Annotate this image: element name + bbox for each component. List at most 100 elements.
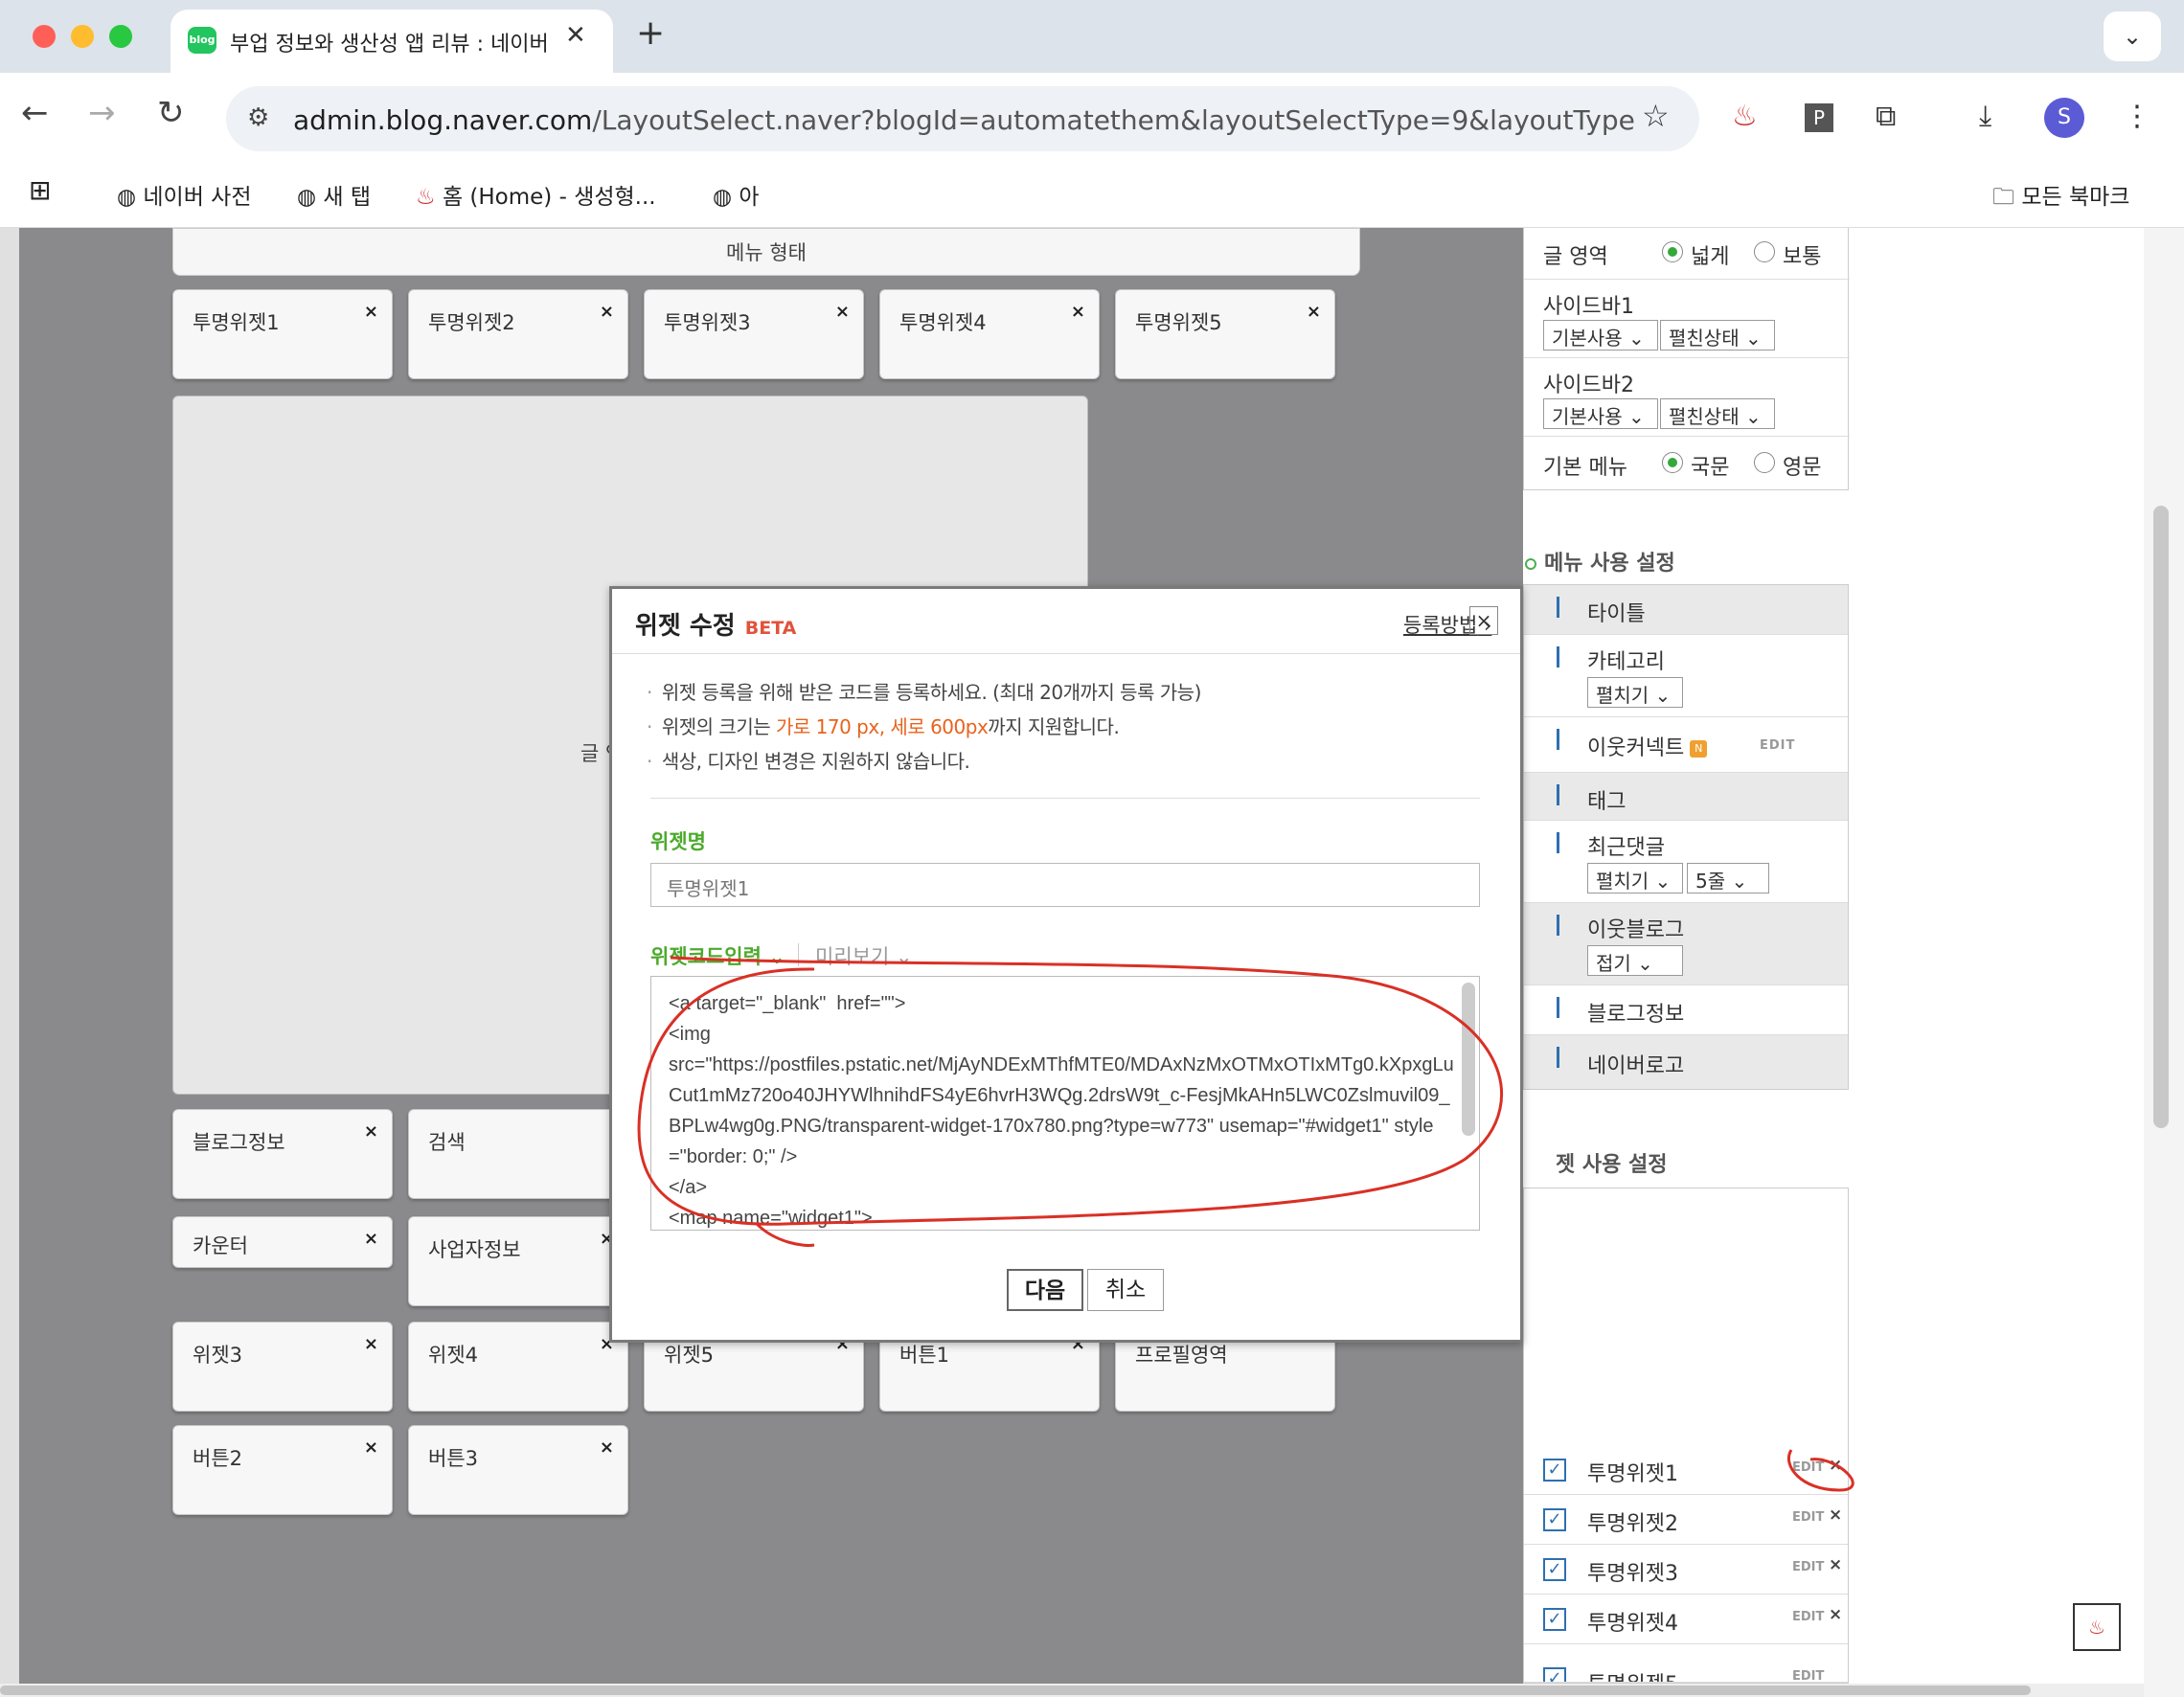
close-icon[interactable]: × [364,1334,378,1354]
code-scroll-thumb[interactable] [1462,983,1475,1136]
list-item[interactable]: 블로그정보 [1524,985,1848,1035]
checkbox-icon[interactable] [1557,832,1576,853]
checkbox-icon[interactable] [1557,597,1576,618]
all-bookmarks[interactable]: 🗀 모든 북마크 [1992,178,2129,218]
widget-edit-button[interactable]: EDIT [1792,1669,1824,1682]
list-item[interactable]: ✓ 투명위젯2 EDIT × [1524,1495,1848,1545]
close-icon[interactable]: × [1829,1605,1842,1624]
close-icon[interactable]: × [364,1121,378,1142]
tab-close-icon[interactable]: ✕ [565,21,586,50]
category-select[interactable]: 펼치기 ⌄ [1587,677,1683,708]
checkbox-checked-icon[interactable]: ✓ [1543,1558,1566,1581]
code-input-tab[interactable]: 위젯코드입력 ⌄ [650,941,785,970]
neighbor-blog-select[interactable]: 접기 ⌄ [1587,945,1683,976]
checkbox-icon[interactable] [1557,646,1576,667]
list-item[interactable]: 이웃커넥트 N EDIT [1524,717,1848,773]
naver-ext-icon[interactable]: ♨ [1732,100,1758,133]
tab-search-chevron-icon[interactable]: ⌄ [2104,11,2161,61]
close-icon[interactable]: × [1071,302,1085,322]
menu-form-bar[interactable]: 메뉴 형태 [172,228,1360,276]
close-icon[interactable]: × [364,1437,378,1458]
list-item[interactable]: 타이틀 [1524,585,1848,635]
scroll-thumb[interactable] [2153,506,2169,1128]
widget-name-input[interactable]: 투명위젯1 [650,863,1480,907]
close-icon[interactable]: × [364,1229,378,1249]
list-item[interactable]: 네이버로고 [1524,1035,1848,1089]
checkbox-icon[interactable] [1557,997,1576,1018]
back-arrow-icon[interactable]: ← [21,94,49,132]
widget-code-text[interactable]: <a target="_blank" href=""> <img src="ht… [669,988,1454,1230]
widget-block[interactable]: 카운터 × [172,1216,393,1268]
new-tab-button[interactable]: + [636,13,665,53]
lines-select[interactable]: 5줄 ⌄ [1687,863,1769,894]
close-icon[interactable]: × [1829,1555,1842,1574]
sidebar1-use-select[interactable]: 기본사용 ⌄ [1543,320,1658,351]
wide-radio[interactable] [1662,241,1683,262]
apps-grid-icon[interactable]: ⊞ [29,174,51,206]
bookmark-dictionary[interactable]: ◍ 네이버 사전 [117,178,252,211]
checkbox-icon[interactable] [1557,784,1576,805]
widget-edit-button[interactable]: EDIT [1792,1610,1824,1624]
site-info-icon[interactable]: ⚙ [247,103,269,132]
profile-avatar[interactable]: S [2044,98,2084,138]
preview-tab[interactable]: 미리보기 ⌄ [815,941,913,970]
widget-block[interactable]: 투명위젯1 × [172,289,393,379]
list-item[interactable]: 카테고리 펼치기 ⌄ [1524,635,1848,717]
widget-block[interactable]: 버튼2 × [172,1425,393,1515]
korean-radio[interactable] [1662,452,1683,473]
modal-close-button[interactable]: × [1469,606,1498,635]
bookmark-home[interactable]: ♨ 홈 (Home) - 생성형... [416,178,656,211]
bookmark-newtab[interactable]: ◍ 새 탭 [297,178,371,211]
scroll-thumb[interactable] [0,1686,2031,1695]
maximize-window-button[interactable] [109,25,132,48]
address-bar[interactable]: ⚙ admin.blog.naver.com/LayoutSelect.nave… [226,86,1699,151]
checkbox-icon[interactable] [1557,729,1576,750]
close-icon[interactable]: × [1829,1456,1842,1475]
widget-block[interactable]: 검색 [408,1109,628,1199]
list-item[interactable]: 태그 [1524,773,1848,821]
cancel-button[interactable]: 취소 [1087,1269,1164,1311]
close-icon[interactable]: × [1829,1505,1842,1525]
list-item[interactable]: ✓ 투명위젯4 EDIT × [1524,1595,1848,1644]
english-radio[interactable] [1754,452,1775,473]
widget-edit-button[interactable]: EDIT [1792,1560,1824,1574]
checkbox-checked-icon[interactable]: ✓ [1543,1508,1566,1531]
bookmark-a[interactable]: ◍ 아 [713,178,760,211]
list-item[interactable]: 최근댓글 펼치기 ⌄ 5줄 ⌄ [1524,821,1848,903]
active-tab[interactable]: blog 부업 정보와 생산성 앱 리뷰 : 네이버 ✕ [171,10,613,73]
menu-kebab-icon[interactable]: ⋮ [2123,100,2151,133]
vertical-scrollbar[interactable] [2144,228,2184,1697]
url-text[interactable]: admin.blog.naver.com/LayoutSelect.naver?… [293,104,1634,136]
forward-arrow-icon[interactable]: → [88,94,116,132]
list-item[interactable]: ✓투명위젯5EDIT [1524,1644,1848,1683]
checkbox-icon[interactable] [1557,915,1576,936]
close-icon[interactable]: × [600,1437,614,1458]
bookmark-star-icon[interactable]: ☆ [1642,98,1670,134]
minimize-window-button[interactable] [71,25,94,48]
naver-logo-icon[interactable]: ♨ [2073,1603,2121,1651]
widget-edit-button[interactable]: EDIT [1792,1510,1824,1525]
close-icon[interactable]: × [1307,302,1321,322]
checkbox-icon[interactable] [1557,1047,1576,1068]
list-item[interactable]: 이웃블로그 접기 ⌄ [1524,903,1848,985]
close-window-button[interactable] [33,25,56,48]
normal-radio[interactable] [1754,241,1775,262]
widget-block[interactable]: 블로그정보 × [172,1109,393,1199]
widget-block[interactable]: 버튼3 × [408,1425,628,1515]
reload-icon[interactable]: ↻ [157,94,185,132]
checkbox-checked-icon[interactable]: ✓ [1543,1608,1566,1631]
neighbor-edit-button[interactable]: EDIT [1760,738,1795,753]
widget-block[interactable]: 투명위젯5 × [1115,289,1335,379]
checkbox-checked-icon[interactable]: ✓ [1543,1459,1566,1482]
next-button[interactable]: 다음 [1007,1269,1083,1311]
extensions-puzzle-icon[interactable]: ⧉ [1876,100,1896,133]
close-icon[interactable]: × [835,302,850,322]
checkbox-checked-icon[interactable]: ✓ [1543,1667,1566,1682]
widget-block[interactable]: 위젯3 × [172,1322,393,1412]
close-icon[interactable]: × [600,302,614,322]
widget-block[interactable]: 투명위젯3 × [644,289,864,379]
sidebar2-state-select[interactable]: 펼친상태 ⌄ [1660,398,1775,429]
widget-block[interactable]: 투명위젯4 × [879,289,1100,379]
widget-block[interactable]: 투명위젯2 × [408,289,628,379]
close-icon[interactable]: × [364,302,378,322]
